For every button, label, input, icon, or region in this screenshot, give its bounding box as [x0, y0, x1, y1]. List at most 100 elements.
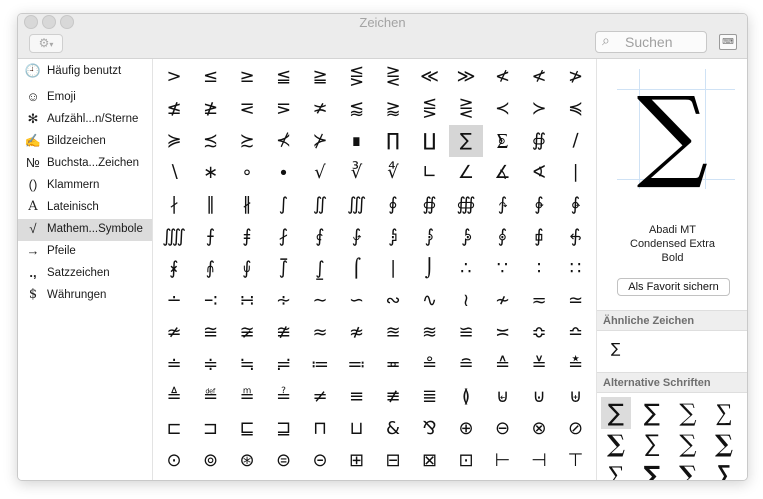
- character-cell[interactable]: ≔: [303, 349, 337, 381]
- character-cell[interactable]: ≂: [522, 285, 556, 317]
- character-cell[interactable]: ∤: [157, 189, 191, 221]
- character-cell[interactable]: ∏: [376, 125, 410, 157]
- character-cell[interactable]: ∣: [559, 157, 593, 189]
- alternative-font-glyph[interactable]: ∑: [709, 397, 739, 429]
- alternative-font-glyph[interactable]: ∑: [709, 459, 739, 480]
- character-cell[interactable]: ⊟: [376, 445, 410, 477]
- character-cell[interactable]: ≛: [559, 349, 593, 381]
- character-cell[interactable]: ≱: [194, 93, 228, 125]
- character-cell[interactable]: ∟: [413, 157, 447, 189]
- character-cell[interactable]: ≎: [522, 317, 556, 349]
- character-cell[interactable]: ∱: [486, 189, 520, 221]
- action-menu-button[interactable]: ⚙▾: [29, 34, 63, 53]
- character-cell[interactable]: ≤: [194, 61, 228, 93]
- character-cell[interactable]: ≠: [303, 381, 337, 413]
- character-cell[interactable]: ≅: [194, 317, 228, 349]
- character-cell[interactable]: ⊁: [303, 125, 337, 157]
- character-cell[interactable]: ⌠: [340, 253, 374, 285]
- character-cell[interactable]: ⌡: [413, 253, 447, 285]
- alternative-font-glyph[interactable]: ∑: [709, 428, 739, 460]
- alternative-font-glyph[interactable]: ∑: [673, 459, 703, 480]
- character-cell[interactable]: ≻: [522, 93, 556, 125]
- alternative-font-glyph[interactable]: ∑: [601, 397, 631, 429]
- character-cell[interactable]: ⪅: [340, 93, 374, 125]
- character-cell[interactable]: ≾: [194, 125, 228, 157]
- character-cell[interactable]: ⊐: [194, 413, 228, 445]
- sidebar-item-letterlike[interactable]: № Buchsta...Zeichen: [18, 153, 152, 175]
- keyboard-viewer-icon[interactable]: ⌨: [719, 34, 737, 50]
- character-cell[interactable]: ∙: [267, 157, 301, 189]
- character-cell[interactable]: ∽: [340, 285, 374, 317]
- character-cell[interactable]: ⋛: [449, 93, 483, 125]
- alternative-font-glyph[interactable]: ∑: [673, 397, 703, 429]
- character-cell[interactable]: ∬: [303, 189, 337, 221]
- character-cell[interactable]: ≭: [303, 93, 337, 125]
- character-cell[interactable]: ⋛: [376, 61, 410, 93]
- character-cell[interactable]: ≞: [230, 381, 264, 413]
- character-cell[interactable]: ⊔: [340, 413, 374, 445]
- character-cell[interactable]: ⊘: [559, 413, 593, 445]
- sidebar-item-math-symbols[interactable]: √ Mathem...Symbole: [18, 219, 152, 241]
- character-cell[interactable]: ⊤: [559, 445, 593, 477]
- character-cell[interactable]: ⨍: [194, 221, 228, 253]
- add-to-favorites-button[interactable]: Als Favorit sichern: [617, 278, 730, 296]
- character-cell[interactable]: ⨜: [303, 253, 337, 285]
- character-cell[interactable]: ⊢: [486, 445, 520, 477]
- character-cell[interactable]: ≁: [486, 285, 520, 317]
- character-cell[interactable]: ⊒: [267, 413, 301, 445]
- character-cell[interactable]: ⊍: [522, 381, 556, 413]
- character-cell[interactable]: ≘: [449, 349, 483, 381]
- character-cell[interactable]: ⨓: [413, 221, 447, 253]
- character-cell[interactable]: ∴: [449, 253, 483, 285]
- character-cell[interactable]: ≐: [157, 349, 191, 381]
- character-cell[interactable]: ≊: [376, 317, 410, 349]
- character-cell[interactable]: ≽: [157, 125, 191, 157]
- character-cell[interactable]: ⨑: [340, 221, 374, 253]
- character-cell[interactable]: ≃: [559, 285, 593, 317]
- character-cell[interactable]: ≖: [376, 349, 410, 381]
- character-cell[interactable]: ≼: [559, 93, 593, 125]
- character-cell[interactable]: ≋: [413, 317, 447, 349]
- alternative-font-glyph[interactable]: ∑: [673, 428, 703, 460]
- character-cell[interactable]: ≢: [376, 381, 410, 413]
- character-cell[interactable]: ≝: [194, 381, 228, 413]
- character-cell[interactable]: ⅋: [413, 413, 447, 445]
- character-cell[interactable]: ⋜: [230, 93, 264, 125]
- character-cell[interactable]: ∹: [194, 285, 228, 317]
- character-cell[interactable]: ⨙: [194, 253, 228, 285]
- sidebar-item-currency[interactable]: $ Währungen: [18, 285, 152, 307]
- character-cell[interactable]: ⨏: [267, 221, 301, 253]
- character-cell[interactable]: &: [376, 413, 410, 445]
- character-cell[interactable]: ⊀: [267, 125, 301, 157]
- character-cell[interactable]: ⊗: [522, 413, 556, 445]
- alternative-font-glyph[interactable]: ∑: [637, 459, 667, 480]
- character-cell[interactable]: ∰: [449, 189, 483, 221]
- character-cell[interactable]: ∾: [376, 285, 410, 317]
- character-cell[interactable]: ⨎: [230, 221, 264, 253]
- character-cell[interactable]: ∘: [230, 157, 264, 189]
- character-cell[interactable]: ≰: [157, 93, 191, 125]
- alternative-font-glyph[interactable]: ∑: [601, 459, 631, 480]
- character-cell[interactable]: ≌: [449, 317, 483, 349]
- character-cell[interactable]: ⊙: [157, 445, 191, 477]
- character-cell[interactable]: ⊓: [303, 413, 337, 445]
- character-cell[interactable]: ⊖: [486, 413, 520, 445]
- character-cell[interactable]: ∜: [376, 157, 410, 189]
- character-cell[interactable]: ∶: [522, 253, 556, 285]
- search-field[interactable]: ⌕ Suchen: [595, 31, 707, 53]
- sidebar-item-arrows[interactable]: → Pfeile: [18, 241, 152, 263]
- sidebar-item-pictographs[interactable]: ✍ Bildzeichen: [18, 131, 152, 153]
- character-cell[interactable]: ⋚: [340, 61, 374, 93]
- character-cell[interactable]: ⨗: [559, 221, 593, 253]
- alternative-font-glyph[interactable]: ∑: [601, 428, 631, 460]
- character-cell[interactable]: ≺: [486, 93, 520, 125]
- character-cell[interactable]: ∗: [194, 157, 228, 189]
- character-cell[interactable]: ⊛: [230, 445, 264, 477]
- character-cell[interactable]: ≀: [449, 285, 483, 317]
- character-cell[interactable]: ≇: [267, 317, 301, 349]
- sidebar-item-brackets[interactable]: () Klammern: [18, 175, 152, 197]
- character-cell[interactable]: ≆: [230, 317, 264, 349]
- character-cell[interactable]: ⪆: [376, 93, 410, 125]
- character-cell[interactable]: ∿: [413, 285, 447, 317]
- character-cell[interactable]: ⊏: [157, 413, 191, 445]
